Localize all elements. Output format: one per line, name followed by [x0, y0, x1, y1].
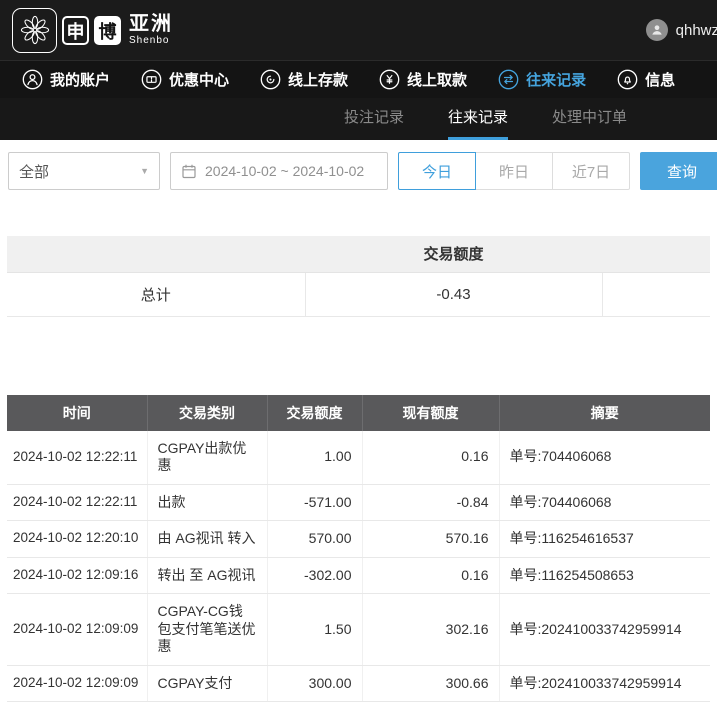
summary-header-empty [7, 236, 305, 272]
query-button[interactable]: 查询 [640, 152, 717, 190]
table-cell: CGPAY-CG钱包支付笔笔送优惠 [147, 594, 267, 666]
col-header-time: 时间 [7, 395, 147, 431]
summary-header-row: 交易额度 [7, 236, 710, 272]
summary-header-amount: 交易额度 [305, 236, 602, 272]
summary-empty-cell [602, 272, 710, 316]
table-cell: 2024-10-02 12:09:09 [7, 594, 147, 666]
coupon-icon [141, 69, 162, 90]
bell-icon [617, 69, 638, 90]
type-select-value: 全部 [19, 161, 49, 182]
tab-betting-records[interactable]: 投注记录 [344, 98, 404, 140]
tab-processing-orders[interactable]: 处理中订单 [552, 98, 627, 140]
logo-char-shen: 申 [62, 16, 89, 45]
table-cell: CGPAY支付 [147, 665, 267, 702]
table-cell: 单号:704406068 [499, 484, 710, 521]
quick-range-group: 今日 昨日 近7日 [398, 152, 630, 190]
brand-region-block: 亚洲 Shenbo [129, 14, 173, 46]
logo-char-bo: 博 [94, 16, 121, 45]
date-range-picker[interactable]: 2024-10-02 ~ 2024-10-02 [170, 152, 388, 190]
table-row: 2024-10-02 12:09:09CGPAY-CG钱包支付笔笔送优惠1.50… [7, 594, 710, 666]
table-cell: 2024-10-02 12:22:11 [7, 431, 147, 485]
brand-logo[interactable]: 申 博 亚洲 Shenbo [12, 8, 173, 53]
table-cell: -0.84 [362, 484, 499, 521]
records-icon [498, 69, 519, 90]
table-cell: 0.16 [362, 557, 499, 594]
user-account[interactable]: qhhwz [646, 19, 717, 41]
table-row: 2024-10-02 12:22:11出款-571.00-0.84单号:7044… [7, 484, 710, 521]
table-cell: -571.00 [267, 484, 362, 521]
user-icon [22, 69, 43, 90]
summary-header-empty2 [602, 236, 710, 272]
yesterday-button[interactable]: 昨日 [475, 152, 553, 190]
withdraw-icon [379, 69, 400, 90]
filter-bar: 全部 ▼ 2024-10-02 ~ 2024-10-02 今日 昨日 近7日 查… [0, 140, 717, 202]
table-cell: 单号:704406068 [499, 431, 710, 485]
nav-item-label: 优惠中心 [169, 69, 229, 90]
table-row: 2024-10-02 12:09:16转出 至 AG视讯-302.000.16单… [7, 557, 710, 594]
nav-item-messages[interactable]: 信息 [617, 69, 675, 90]
nav-item-label: 往来记录 [526, 69, 586, 90]
table-cell: 出款 [147, 484, 267, 521]
date-range-value: 2024-10-02 ~ 2024-10-02 [205, 163, 364, 179]
nav-item-promotions[interactable]: 优惠中心 [141, 69, 229, 90]
nav-item-my-account[interactable]: 我的账户 [22, 69, 110, 90]
table-cell: 300.66 [362, 665, 499, 702]
table-cell: 2024-10-02 12:20:10 [7, 521, 147, 558]
table-row: 2024-10-02 12:09:09CGPAY支付300.00300.66单号… [7, 665, 710, 702]
record-tabs: 投注记录 往来记录 处理中订单 [0, 98, 717, 140]
table-cell: 2024-10-02 12:09:16 [7, 557, 147, 594]
type-select[interactable]: 全部 ▼ [8, 152, 160, 190]
table-cell: 1.50 [267, 594, 362, 666]
nav-item-transaction-records[interactable]: 往来记录 [498, 69, 586, 90]
nav-item-label: 线上取款 [407, 69, 467, 90]
transactions-tbody: 2024-10-02 12:22:11CGPAY出款优惠1.000.16单号:7… [7, 431, 710, 702]
summary-row: 总计 -0.43 [7, 272, 710, 316]
user-avatar-icon [646, 19, 668, 41]
table-cell: 300.00 [267, 665, 362, 702]
username: qhhwz [676, 22, 717, 39]
col-header-amount: 交易额度 [267, 395, 362, 431]
table-cell: 单号:202410033742959914 [499, 594, 710, 666]
table-cell: 单号:116254508653 [499, 557, 710, 594]
top-header: 申 博 亚洲 Shenbo qhhwz [0, 0, 717, 60]
table-cell: 2024-10-02 12:22:11 [7, 484, 147, 521]
col-header-balance: 现有额度 [362, 395, 499, 431]
table-cell: 1.00 [267, 431, 362, 485]
brand-subtitle: Shenbo [129, 36, 173, 46]
table-cell: 2024-10-02 12:09:09 [7, 665, 147, 702]
nav-item-withdraw[interactable]: 线上取款 [379, 69, 467, 90]
chevron-down-icon: ▼ [140, 166, 149, 176]
tab-transaction-records[interactable]: 往来记录 [448, 98, 508, 140]
deposit-icon [260, 69, 281, 90]
nav-item-deposit[interactable]: 线上存款 [260, 69, 348, 90]
table-cell: 单号:116254616537 [499, 521, 710, 558]
col-header-summary: 摘要 [499, 395, 710, 431]
table-row: 2024-10-02 12:20:10由 AG视讯 转入570.00570.16… [7, 521, 710, 558]
col-header-type: 交易类别 [147, 395, 267, 431]
table-row: 2024-10-02 12:22:11CGPAY出款优惠1.000.16单号:7… [7, 431, 710, 485]
today-button[interactable]: 今日 [398, 152, 476, 190]
main-nav: 我的账户 优惠中心 线上存款 线上取款 往来记录 [0, 60, 717, 98]
lotus-logo-icon [12, 8, 57, 53]
nav-item-label: 线上存款 [288, 69, 348, 90]
nav-item-label: 我的账户 [50, 69, 110, 90]
summary-total-label: 总计 [7, 272, 305, 316]
calendar-icon [181, 163, 197, 179]
table-cell: 0.16 [362, 431, 499, 485]
last7days-button[interactable]: 近7日 [552, 152, 630, 190]
table-cell: 570.00 [267, 521, 362, 558]
table-cell: 570.16 [362, 521, 499, 558]
table-header-row: 时间 交易类别 交易额度 现有额度 摘要 [7, 395, 710, 431]
summary-total-value: -0.43 [305, 272, 602, 316]
table-cell: 单号:202410033742959914 [499, 665, 710, 702]
summary-table: 交易额度 总计 -0.43 [7, 236, 710, 317]
table-cell: CGPAY出款优惠 [147, 431, 267, 485]
table-cell: 302.16 [362, 594, 499, 666]
brand-region: 亚洲 [129, 14, 173, 34]
nav-item-label: 信息 [645, 69, 675, 90]
table-cell: 转出 至 AG视讯 [147, 557, 267, 594]
table-cell: -302.00 [267, 557, 362, 594]
table-cell: 由 AG视讯 转入 [147, 521, 267, 558]
